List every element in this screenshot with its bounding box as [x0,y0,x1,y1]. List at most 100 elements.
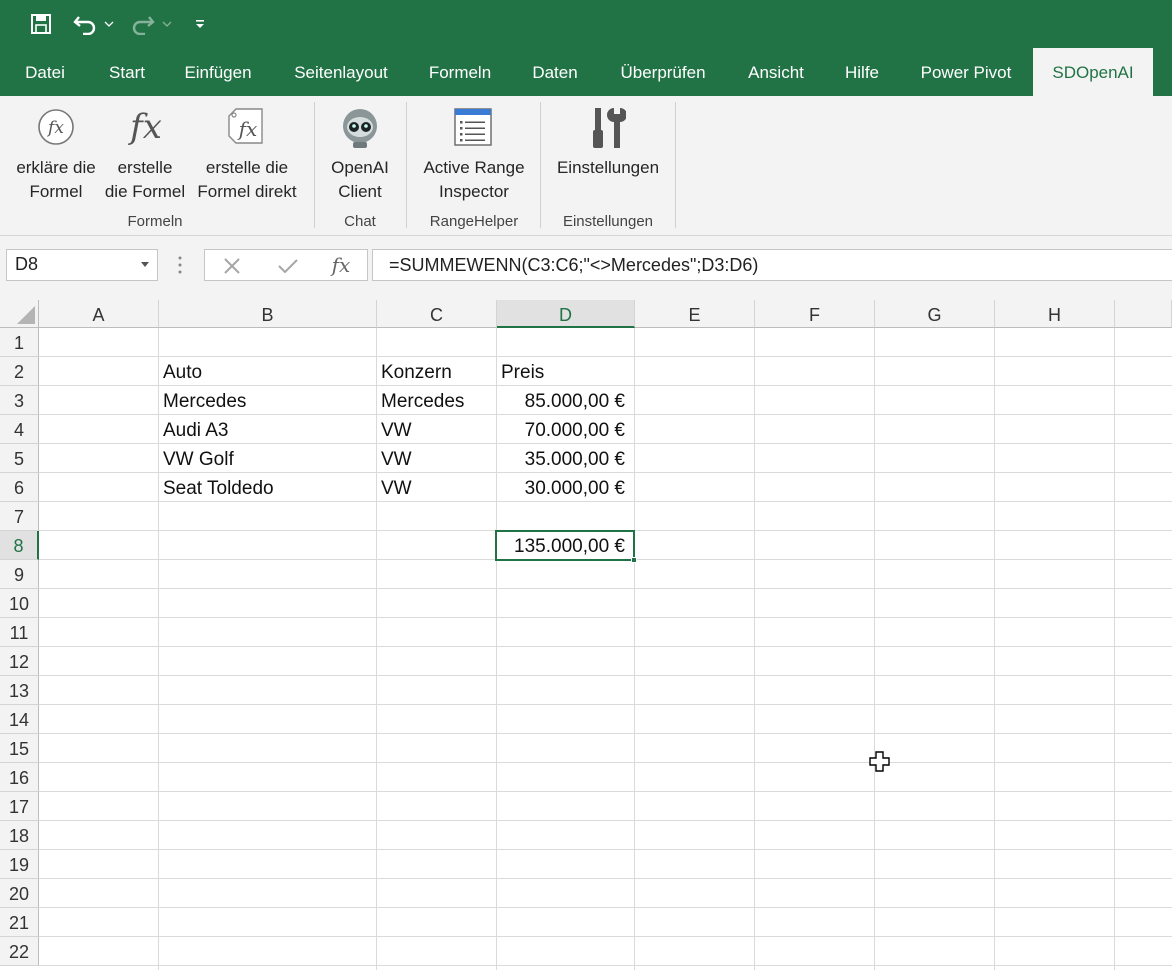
tab-daten[interactable]: Daten [518,48,592,96]
cell-c3[interactable]: Mercedes [381,386,464,415]
column-header-d[interactable]: D [497,300,635,328]
cell-b2[interactable]: Auto [163,357,202,386]
cell-d3[interactable]: 85.000,00 € [497,386,625,415]
column-header-f[interactable]: F [755,300,875,328]
redo-icon[interactable] [128,10,158,38]
row-gridline [39,588,1172,589]
group-label-formeln: Formeln [127,213,183,230]
fill-handle[interactable] [631,557,637,563]
row-gridline [39,820,1172,821]
row-header-10[interactable]: 10 [0,589,39,618]
row-header-22[interactable]: 22 [0,937,39,966]
cell-d5[interactable]: 35.000,00 € [497,444,625,473]
cell-c4[interactable]: VW [381,415,412,444]
save-icon[interactable] [26,10,56,38]
tab-sdopenai[interactable]: SDOpenAI [1033,48,1153,96]
redo-dropdown-icon[interactable] [160,10,174,38]
insert-function-icon[interactable]: fx [329,252,353,283]
settings-button[interactable]: Einstellungen [548,156,668,180]
tab-formeln[interactable]: Formeln [414,48,506,96]
select-all-button[interactable] [0,300,39,328]
create-formula-label: erstelle die Formel [104,158,186,201]
create-formula-direct-button[interactable]: erstelle die Formel direkt [192,156,302,204]
customize-qat-icon[interactable] [192,10,208,38]
openai-client-button[interactable]: OpenAI Client [320,156,400,204]
row-header-15[interactable]: 15 [0,734,39,763]
settings-label: Einstellungen [556,158,660,177]
row-header-14[interactable]: 14 [0,705,39,734]
cancel-icon[interactable] [223,257,241,280]
row-header-11[interactable]: 11 [0,618,39,647]
tab-power-pivot[interactable]: Power Pivot [906,48,1026,96]
column-header-b[interactable]: B [159,300,377,328]
tab-seitenlayout[interactable]: Seitenlayout [278,48,404,96]
active-range-inspector-label: Active Range Inspector [423,158,525,201]
column-gridline [874,328,875,970]
create-formula-button[interactable]: erstelle die Formel [100,156,190,204]
row-header-12[interactable]: 12 [0,647,39,676]
cell-d2[interactable]: Preis [501,357,544,386]
spreadsheet-grid[interactable]: ABCDEFGH 1 2 3 4 5 6 7 8 9 10 11 12 13 14 15 16 17 18 19 20… [0,300,1172,970]
tab-start[interactable]: Start [96,48,158,96]
cell-b6[interactable]: Seat Toldedo [163,473,274,502]
tab-einfuegen[interactable]: Einfügen [170,48,266,96]
row-header-4[interactable]: 4 [0,415,39,444]
active-range-inspector-button[interactable]: Active Range Inspector [414,156,534,204]
cell-c2[interactable]: Konzern [381,357,452,386]
column-header-e[interactable]: E [635,300,755,328]
row-gridline [39,936,1172,937]
row-header-9[interactable]: 9 [0,560,39,589]
group-label-chat: Chat [344,213,376,230]
column-header-c[interactable]: C [377,300,497,328]
row-header-21[interactable]: 21 [0,908,39,937]
cell-d4[interactable]: 70.000,00 € [497,415,625,444]
cell-c6[interactable]: VW [381,473,412,502]
column-gridline [994,328,995,970]
row-header-6[interactable]: 6 [0,473,39,502]
column-header-g[interactable]: G [875,300,995,328]
row-gridline [39,704,1172,705]
formula-input[interactable]: =SUMMEWENN(C3:C6;"<>Mercedes";D3:D6) [372,249,1172,281]
row-header-5[interactable]: 5 [0,444,39,473]
title-bar [0,0,1172,48]
row-gridline [39,356,1172,357]
cell-b3[interactable]: Mercedes [163,386,246,415]
tab-datei[interactable]: Datei [10,48,80,96]
row-header-13[interactable]: 13 [0,676,39,705]
row-gridline [39,646,1172,647]
cell-b5[interactable]: VW Golf [163,444,234,473]
formula-controls: fx [204,249,368,281]
explain-formula-label: erkläre die Formel [16,158,96,201]
cell-c5[interactable]: VW [381,444,412,473]
explain-formula-button[interactable]: erkläre die Formel [6,156,106,204]
tab-hilfe[interactable]: Hilfe [830,48,894,96]
row-header-18[interactable]: 18 [0,821,39,850]
column-gridline [1114,328,1115,970]
group-separator [675,102,676,228]
row-header-7[interactable]: 7 [0,502,39,531]
cell-b4[interactable]: Audi A3 [163,415,229,444]
undo-icon[interactable] [70,10,100,38]
row-header-16[interactable]: 16 [0,763,39,792]
column-header-h[interactable]: H [995,300,1115,328]
name-box[interactable]: D8 [6,249,158,281]
more-options-icon[interactable] [178,256,182,279]
row-header-17[interactable]: 17 [0,792,39,821]
column-header-a[interactable]: A [39,300,159,328]
row-header-20[interactable]: 20 [0,879,39,908]
tab-ansicht[interactable]: Ansicht [734,48,818,96]
enter-icon[interactable] [277,257,299,280]
row-header-1[interactable]: 1 [0,328,39,357]
row-header-19[interactable]: 19 [0,850,39,879]
ribbon-tabs: Datei Start Einfügen Seitenlayout Formel… [0,48,1172,96]
cell-d6[interactable]: 30.000,00 € [497,473,625,502]
row-header-3[interactable]: 3 [0,386,39,415]
tab-ueberpruefen[interactable]: Überprüfen [604,48,722,96]
undo-dropdown-icon[interactable] [102,10,116,38]
fx-circle-icon: fx [37,108,75,151]
chevron-down-icon[interactable] [141,262,149,267]
row-header-8[interactable]: 8 [0,531,39,560]
row-header-2[interactable]: 2 [0,357,39,386]
column-header-partial[interactable] [1115,300,1172,328]
row-gridline [39,791,1172,792]
